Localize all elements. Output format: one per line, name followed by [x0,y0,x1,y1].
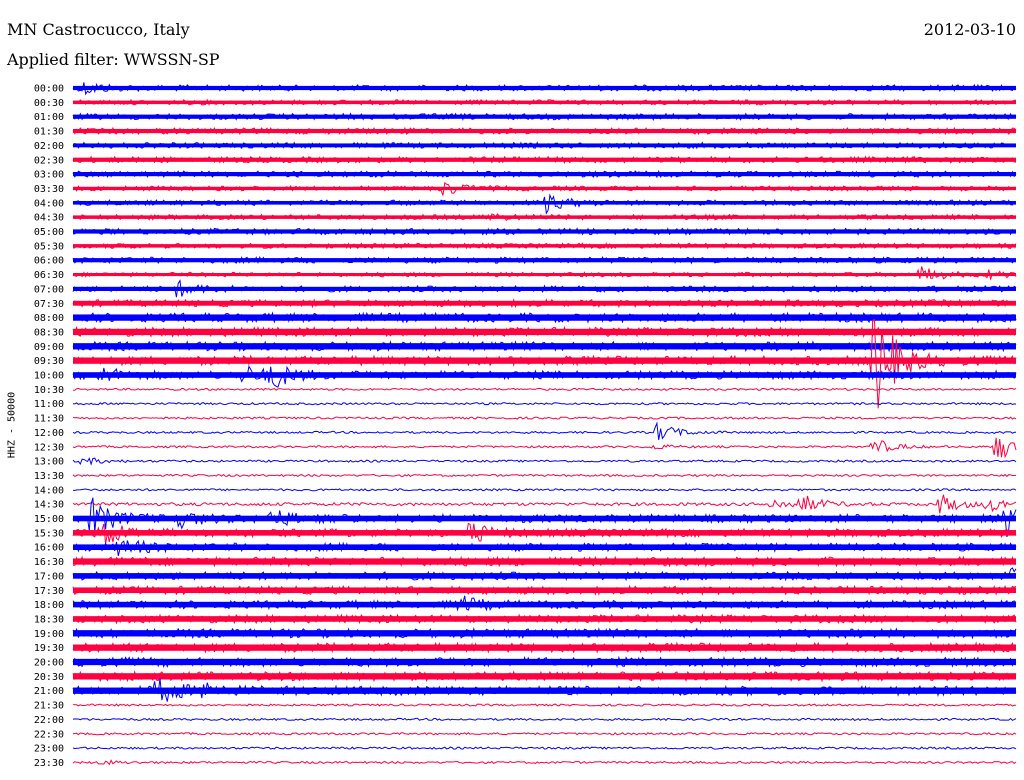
time-label: 13:00 [34,457,64,468]
trace-band [73,300,1016,306]
trace-line [72,488,1017,492]
trace-band [73,200,1016,205]
trace-band [73,558,1016,565]
seismogram-page: MN Castrocucco, Italy 2012-03-10 Applied… [0,0,1024,780]
trace-band [73,515,1016,522]
trace-band [73,286,1016,291]
trace-band [73,215,1016,219]
trace-band [73,100,1016,105]
trace-line [72,421,1017,440]
time-label: 23:30 [34,758,64,769]
time-label: 13:30 [34,471,64,482]
trace-band [73,229,1016,234]
trace-line [72,473,1017,478]
trace-band [73,85,1016,91]
time-label: 06:30 [34,270,64,281]
time-label: 16:30 [34,557,64,568]
time-label: 18:30 [34,614,64,625]
time-label: 17:00 [34,571,64,582]
trace-line [72,401,1017,406]
time-label: 02:00 [34,141,64,152]
time-label: 09:00 [34,342,64,353]
trace-band [73,573,1016,579]
trace-line [72,494,1017,514]
trace-line [72,746,1017,750]
time-label: 03:00 [34,170,64,181]
trace-line [72,457,1017,466]
time-label: 12:00 [34,428,64,439]
trace-line [72,387,1017,391]
trace-line [72,437,1017,459]
trace-band [73,143,1016,148]
time-label: 08:30 [34,327,64,338]
trace-band [73,630,1016,637]
time-label: 16:00 [34,543,64,554]
trace-line [72,703,1017,707]
time-label: 07:00 [34,284,64,295]
time-label: 04:00 [34,198,64,209]
trace-band [73,544,1016,550]
time-label: 14:00 [34,485,64,496]
time-label: 07:30 [34,299,64,310]
time-label: 06:00 [34,256,64,267]
time-label: 04:30 [34,213,64,224]
time-label: 21:00 [34,686,64,697]
time-label: 20:30 [34,672,64,683]
trace-band [73,357,1016,364]
trace-line [72,416,1017,420]
trace-band [73,128,1016,134]
trace-band [73,372,1016,378]
trace-band [73,157,1016,162]
trace-band [73,258,1016,263]
time-label: 08:00 [34,313,64,324]
time-label: 12:30 [34,442,64,453]
trace-band [73,244,1016,248]
trace-band [73,658,1016,666]
time-label: 14:30 [34,500,64,511]
trace-line [72,266,1017,281]
time-label: 15:00 [34,514,64,525]
time-label: 11:00 [34,399,64,410]
trace-band [73,673,1016,680]
trace-band [73,273,1016,277]
time-label: 01:00 [34,112,64,123]
time-label: 22:00 [34,715,64,726]
time-label: 20:00 [34,658,64,669]
time-label: 00:30 [34,98,64,109]
time-label: 00:00 [34,84,64,95]
time-label: 01:30 [34,127,64,138]
time-label: 22:30 [34,729,64,740]
trace-line [72,759,1017,766]
time-label: 17:30 [34,586,64,597]
time-label: 09:30 [34,356,64,367]
time-label: 15:30 [34,528,64,539]
trace-band [73,343,1016,350]
trace-line [72,732,1017,736]
trace-band [73,172,1016,177]
time-label: 10:00 [34,371,64,382]
trace-band [73,114,1016,119]
trace-band [73,186,1016,191]
trace-band [73,587,1016,594]
time-label: 05:30 [34,241,64,252]
time-label: 03:30 [34,184,64,195]
time-label: 18:00 [34,600,64,611]
time-label: 21:30 [34,701,64,712]
trace-band [73,601,1016,608]
time-label: 19:30 [34,643,64,654]
time-label: 19:00 [34,629,64,640]
trace-line [72,717,1017,722]
trace-band [73,644,1016,651]
time-label: 05:00 [34,227,64,238]
trace-band [73,616,1016,622]
time-label: 10:30 [34,385,64,396]
trace-band [73,687,1016,694]
time-label: 11:30 [34,414,64,425]
time-label: 02:30 [34,155,64,166]
time-label: 23:00 [34,744,64,755]
trace-band [73,530,1016,536]
helicorder-plot: 00:00 00:30 01:00 01:30 02:00 02:30 03:00 03:30… [34,82,1017,769]
